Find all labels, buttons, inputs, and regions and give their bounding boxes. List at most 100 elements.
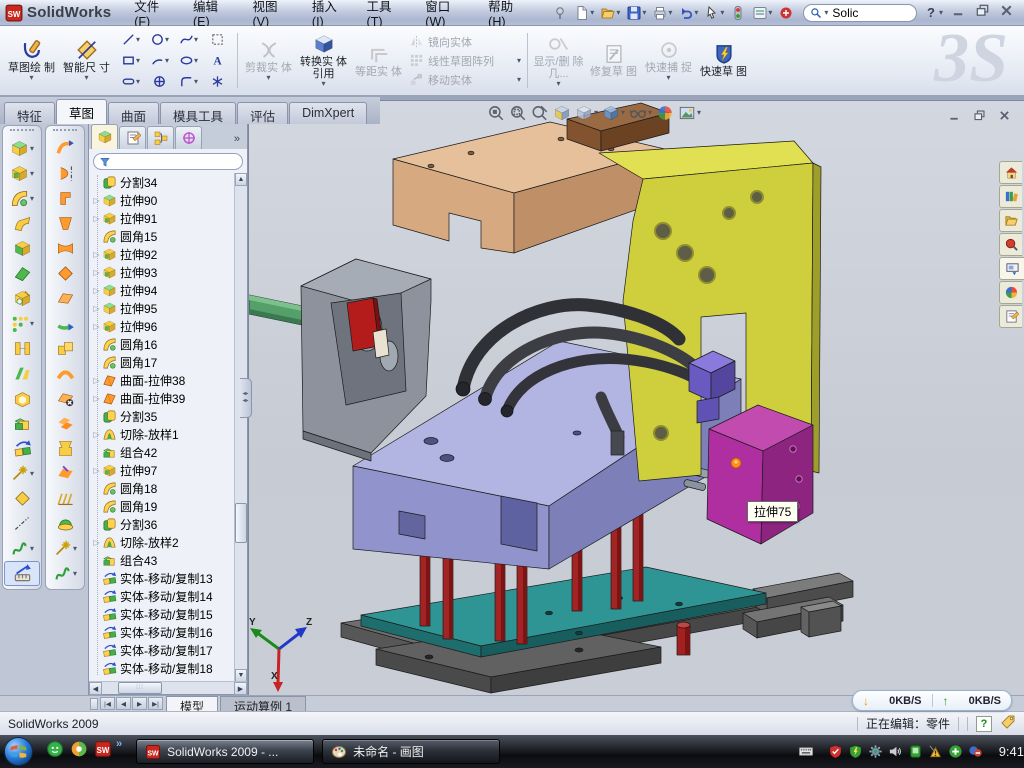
fillet-button[interactable]: ▾ — [4, 186, 40, 211]
tab-模型[interactable]: 模型 — [166, 696, 218, 711]
system-gear-icon[interactable] — [868, 744, 883, 759]
tree-vertical-scrollbar[interactable]: ▲ ▼ — [234, 173, 247, 682]
scroll-thumb[interactable]: ⦙⦙⦙ — [118, 682, 162, 694]
apply-scene-button[interactable]: ▾ — [678, 104, 701, 122]
tab-nav-button[interactable]: ▶ — [132, 697, 147, 710]
flex-button[interactable] — [47, 361, 83, 386]
custom-properties-tab[interactable] — [999, 305, 1022, 328]
open-button[interactable]: ▾ — [597, 2, 623, 23]
solidworks-resources-tab[interactable] — [999, 161, 1022, 184]
help-button[interactable]: ? — [923, 5, 939, 20]
part-magenta-block[interactable] — [707, 405, 813, 544]
dropdown-arrow-icon[interactable]: ▾ — [768, 9, 772, 17]
dropdown-arrow-icon[interactable]: ▾ — [165, 57, 169, 65]
dropdown-arrow-icon[interactable]: ▾ — [29, 74, 33, 82]
lofted-surface-button[interactable] — [47, 211, 83, 236]
rx-button[interactable] — [775, 2, 797, 23]
planar-surface-button[interactable] — [47, 286, 83, 311]
sync-icon[interactable] — [968, 744, 983, 759]
tab-nav-button[interactable]: ▶| — [148, 697, 163, 710]
expand-arrow-icon[interactable]: ▷ — [91, 466, 102, 475]
expand-arrow-icon[interactable]: ▷ — [91, 376, 102, 385]
dropdown-arrow-icon[interactable]: ▾ — [30, 170, 34, 178]
sketch-button[interactable]: 草图绘 制▾ — [4, 28, 59, 93]
tree-item[interactable]: ▷拉伸92 — [89, 245, 235, 263]
tree-item[interactable]: 实体-移动/复制13 — [89, 569, 235, 587]
toolbar-drag-handle[interactable] — [10, 129, 34, 133]
trim-entities-button[interactable]: 剪裁实 体▾ — [241, 28, 296, 93]
replace-face-button[interactable] — [47, 411, 83, 436]
volume-icon[interactable] — [888, 744, 903, 759]
mirror-entities-button[interactable]: 镜向实体 — [409, 34, 521, 50]
swept-surface-button[interactable] — [47, 136, 83, 161]
dropdown-arrow-icon[interactable]: ▾ — [594, 109, 598, 117]
offset-surface-button[interactable] — [47, 261, 83, 286]
tree-item[interactable]: ▷拉伸93 — [89, 263, 235, 281]
tab-运动算例 1[interactable]: 运动算例 1 — [220, 696, 306, 711]
hole-wizard-button[interactable] — [4, 286, 40, 311]
reference-geometry-button[interactable]: ▾ — [4, 461, 40, 486]
tree-item[interactable]: 组合43 — [89, 551, 235, 569]
dropdown-arrow-icon[interactable]: ▾ — [694, 9, 698, 17]
expand-arrow-icon[interactable]: ▷ — [91, 286, 102, 295]
tree-item[interactable]: 分割36 — [89, 515, 235, 533]
scroll-left-arrow[interactable]: ◀ — [89, 682, 102, 695]
design-library-tab[interactable] — [999, 185, 1022, 208]
dropdown-arrow-icon[interactable]: ▾ — [666, 74, 670, 82]
messenger-green-icon[interactable] — [908, 744, 923, 759]
expand-arrow-icon[interactable]: ▷ — [91, 250, 102, 259]
linear-sketch-pattern-button[interactable]: 线性草图阵列▾ — [409, 53, 521, 69]
titlebar-close-button[interactable] — [999, 3, 1014, 23]
tree-item[interactable]: ▷拉伸91 — [89, 209, 235, 227]
zoom-to-area-button[interactable] — [509, 104, 527, 122]
sketch-ellipse-button[interactable]: ▾ — [174, 50, 203, 71]
trim-surface-button[interactable] — [47, 436, 83, 461]
expand-arrow-icon[interactable]: ▷ — [91, 214, 102, 223]
tree-item[interactable]: ▷切除-放样1 — [89, 425, 235, 443]
extend-surface-button[interactable] — [47, 311, 83, 336]
taskbar-window-solidworks[interactable]: SWSolidWorks 2009 - ... — [136, 739, 314, 764]
solidworks-search-tab[interactable] — [999, 233, 1022, 256]
taskbar-window-paint[interactable]: 未命名 - 画图 — [322, 739, 500, 764]
dropdown-arrow-icon[interactable]: ▾ — [30, 195, 34, 203]
rib-button[interactable] — [4, 336, 40, 361]
sketch-line-button[interactable]: ▾ — [116, 29, 145, 50]
dropdown-arrow-icon[interactable]: ▾ — [136, 78, 140, 86]
tree-item[interactable]: ▷曲面-拉伸39 — [89, 389, 235, 407]
tree-item[interactable]: ▷拉伸95 — [89, 299, 235, 317]
expand-arrow-icon[interactable]: ▷ — [91, 196, 102, 205]
document-close-button[interactable] — [997, 109, 1012, 127]
dropdown-arrow-icon[interactable]: ▾ — [73, 545, 77, 553]
status-help-button[interactable]: ? — [976, 716, 992, 732]
sketch-arc-button[interactable]: ▾ — [145, 50, 174, 71]
dropdown-arrow-icon[interactable]: ▾ — [621, 109, 625, 117]
expand-arrow-icon[interactable]: ▷ — [91, 322, 102, 331]
dropdown-arrow-icon[interactable]: ▾ — [616, 9, 620, 17]
move-entities-button[interactable]: 移动实体▾ — [409, 72, 521, 88]
move-copy-button[interactable] — [4, 436, 40, 461]
ruled-surface-button[interactable] — [47, 486, 83, 511]
tab-nav-button[interactable]: ◀ — [116, 697, 131, 710]
curve-button[interactable]: ▾ — [4, 536, 40, 561]
dropdown-arrow-icon[interactable]: ▾ — [136, 36, 140, 44]
titlebar-minimize-button[interactable] — [951, 3, 966, 23]
antivirus-green-icon[interactable] — [848, 744, 863, 759]
tree-item[interactable]: ▷拉伸96 — [89, 317, 235, 335]
dropdown-arrow-icon[interactable]: ▾ — [30, 470, 34, 478]
tab-模具工具[interactable]: 模具工具 — [160, 102, 236, 124]
dropdown-arrow-icon[interactable]: ▾ — [30, 545, 34, 553]
tab-草图[interactable]: 草图 — [56, 99, 107, 124]
rapid-sketch-button[interactable]: 快速草 图 — [696, 28, 751, 93]
rapid-snap-button[interactable]: 快速捕 捉▾ — [641, 28, 696, 93]
tab-评估[interactable]: 评估 — [237, 102, 288, 124]
zoom-to-fit-button[interactable] — [487, 104, 505, 122]
filled-surface-button[interactable] — [47, 461, 83, 486]
extruded-cut-button[interactable]: ▾ — [4, 161, 40, 186]
expand-arrow-icon[interactable]: ▷ — [91, 394, 102, 403]
search-dropdown-icon[interactable]: ▾ — [824, 9, 828, 17]
tree-item[interactable]: 分割34 — [89, 173, 235, 191]
tree-item[interactable]: 实体-移动/复制18 — [89, 659, 235, 677]
smart-dimension-button[interactable]: 智能尺 寸▾ — [59, 28, 114, 93]
hide-show-items-button[interactable]: ▾ — [629, 104, 652, 122]
dropdown-arrow-icon[interactable]: ▾ — [517, 57, 521, 65]
